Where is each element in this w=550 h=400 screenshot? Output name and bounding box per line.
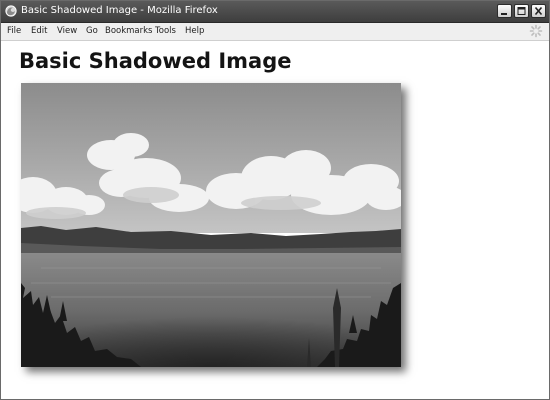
page-heading: Basic Shadowed Image xyxy=(19,49,292,73)
landscape-photo xyxy=(21,83,401,367)
maximize-icon xyxy=(517,7,526,15)
maximize-button[interactable] xyxy=(514,4,529,18)
menu-bookmarks[interactable]: Bookmarks xyxy=(105,25,153,38)
close-button[interactable] xyxy=(531,4,546,18)
page-content: Basic Shadowed Image xyxy=(1,41,549,399)
browser-window: Basic Shadowed Image - Mozilla Firefox F… xyxy=(0,0,550,400)
minimize-icon xyxy=(501,13,507,15)
menu-file[interactable]: File xyxy=(7,25,21,38)
throbber-icon xyxy=(529,24,543,38)
menu-tools[interactable]: Tools xyxy=(155,25,176,38)
window-title: Basic Shadowed Image - Mozilla Firefox xyxy=(21,5,218,16)
menu-help[interactable]: Help xyxy=(185,25,204,38)
title-bar[interactable]: Basic Shadowed Image - Mozilla Firefox xyxy=(1,1,549,23)
minimize-button[interactable] xyxy=(497,4,512,18)
menu-go[interactable]: Go xyxy=(86,25,98,38)
menu-bar: File Edit View Go Bookmarks Tools Help xyxy=(1,23,549,41)
close-icon xyxy=(534,6,543,16)
menu-view[interactable]: View xyxy=(57,25,77,38)
menu-edit[interactable]: Edit xyxy=(31,25,47,38)
shadowed-image xyxy=(21,83,401,367)
firefox-icon xyxy=(5,5,17,17)
